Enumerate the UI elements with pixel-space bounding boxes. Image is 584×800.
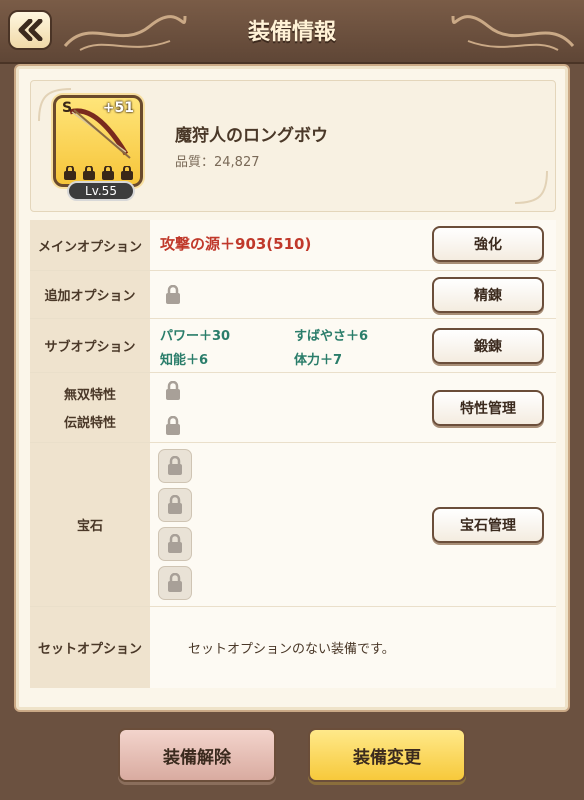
gem-slot[interactable] (158, 449, 192, 483)
extra-option-value-cell: 精錬 (150, 271, 556, 318)
sub-option-row: サブオプション パワー＋30 すばやさ＋6 知能＋6 体力＋7 鍛錬 (30, 318, 556, 372)
gem-slot[interactable] (158, 566, 192, 600)
item-lock-row (62, 166, 135, 180)
gem-value-cell: 宝石管理 (150, 443, 556, 606)
set-option-label: セットオプション (30, 607, 150, 688)
main-option-value: 攻撃の源＋903(510) (160, 235, 312, 253)
enhance-level: +51 (102, 100, 134, 116)
main-option-label: メインオプション (30, 220, 150, 270)
enhance-button[interactable]: 強化 (432, 226, 544, 262)
main-option-value-cell: 攻撃の源＋903(510) 強化 (150, 220, 556, 270)
lock-icon (83, 166, 95, 180)
gem-row: 宝石 宝石管理 (30, 442, 556, 606)
sub-option-stat: パワー＋30 (160, 329, 231, 344)
lock-icon (102, 166, 114, 180)
unequip-button[interactable]: 装備解除 (118, 728, 276, 782)
lock-icon (168, 573, 182, 592)
traits-value-cell: 特性管理 (150, 373, 556, 442)
legend-trait-label: 伝説特性 (63, 416, 116, 432)
trait-manage-button[interactable]: 特性管理 (432, 390, 544, 426)
change-equipment-button[interactable]: 装備変更 (308, 728, 466, 782)
set-option-value-cell: セットオプションのない装備です。 (150, 607, 556, 688)
corner-flourish-icon (514, 170, 548, 204)
lock-icon (166, 416, 180, 435)
set-option-value: セットオプションのない装備です。 (188, 642, 395, 657)
item-summary: S +51 Lv.55 魔狩人のロングボウ 品質：24,827 (30, 80, 556, 212)
extra-option-label: 追加オプション (30, 271, 150, 318)
header-bar: 装備情報 (0, 0, 584, 64)
sub-option-stat: 体力＋7 (294, 353, 343, 368)
page-title: 装備情報 (247, 20, 336, 45)
options-table: メインオプション 攻撃の源＋903(510) 強化 追加オプション 精錬 サブオ… (30, 220, 556, 688)
lock-icon (168, 495, 182, 514)
lock-icon (166, 285, 180, 304)
sub-option-stat: 知能＋6 (160, 353, 209, 368)
item-quality: 品質：24,827 (175, 155, 260, 170)
gem-slot[interactable] (158, 488, 192, 522)
grade-label: S (62, 100, 73, 116)
equipment-panel: S +51 Lv.55 魔狩人のロングボウ 品質：24,827 メインオプション… (14, 64, 570, 712)
gem-label: 宝石 (30, 443, 150, 606)
item-name: 魔狩人のロングボウ (175, 126, 328, 146)
traits-row: 無双特性 伝説特性 特性管理 (30, 372, 556, 442)
lock-icon (168, 534, 182, 553)
musou-trait-label: 無双特性 (63, 387, 116, 403)
lock-icon (168, 456, 182, 475)
lock-icon (166, 381, 180, 400)
lock-icon (121, 166, 133, 180)
temper-button[interactable]: 鍛錬 (432, 328, 544, 364)
level-badge: Lv.55 (67, 181, 135, 201)
extra-option-row: 追加オプション 精錬 (30, 270, 556, 318)
sub-option-stat: すばやさ＋6 (294, 329, 369, 344)
sub-option-value-cell: パワー＋30 すばやさ＋6 知能＋6 体力＋7 鍛錬 (150, 319, 556, 372)
main-option-row: メインオプション 攻撃の源＋903(510) 強化 (30, 220, 556, 270)
lock-icon (64, 166, 76, 180)
item-icon[interactable]: S +51 (53, 95, 143, 187)
set-option-row: セットオプション セットオプションのない装備です。 (30, 606, 556, 688)
traits-label-cell: 無双特性 伝説特性 (30, 373, 150, 442)
gem-manage-button[interactable]: 宝石管理 (432, 507, 544, 543)
sub-option-label: サブオプション (30, 319, 150, 372)
refine-button[interactable]: 精錬 (432, 277, 544, 313)
gem-slot[interactable] (158, 527, 192, 561)
